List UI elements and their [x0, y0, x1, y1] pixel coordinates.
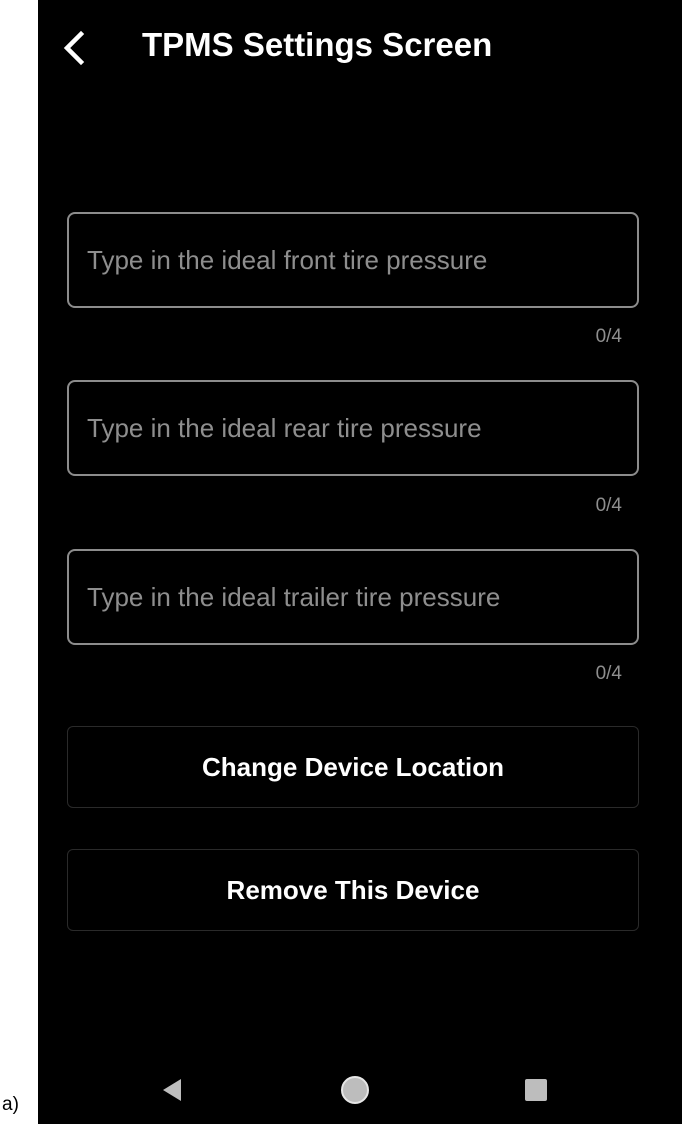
front-tire-pressure-field[interactable]: [67, 212, 639, 308]
nav-home-button[interactable]: [335, 1070, 375, 1110]
rear-tire-pressure-input[interactable]: [87, 382, 617, 474]
nav-recents-button[interactable]: [516, 1070, 556, 1110]
trailer-tire-pressure-counter: 0/4: [595, 663, 622, 684]
page-title: TPMS Settings Screen: [142, 26, 493, 63]
app-bar: TPMS Settings Screen: [38, 0, 682, 98]
rear-tire-pressure-field[interactable]: [67, 380, 639, 476]
figure-label: a): [2, 1094, 19, 1115]
square-recents-icon: [525, 1079, 547, 1101]
rear-tire-pressure-counter: 0/4: [595, 495, 622, 516]
nav-back-button[interactable]: [152, 1070, 192, 1110]
phone-screen: TPMS Settings Screen 0/4 0/4 0/4 Change …: [38, 0, 682, 1124]
trailer-tire-pressure-field[interactable]: [67, 549, 639, 645]
back-button[interactable]: [56, 28, 96, 68]
remove-device-button[interactable]: Remove This Device: [67, 849, 639, 931]
circle-home-icon: [341, 1076, 369, 1104]
change-device-location-button[interactable]: Change Device Location: [67, 726, 639, 808]
front-tire-pressure-counter: 0/4: [595, 326, 622, 347]
triangle-back-icon: [163, 1079, 181, 1101]
chevron-left-icon: [63, 30, 85, 66]
front-tire-pressure-input[interactable]: [87, 214, 617, 306]
system-nav-bar: [38, 1050, 682, 1124]
trailer-tire-pressure-input[interactable]: [87, 551, 617, 643]
